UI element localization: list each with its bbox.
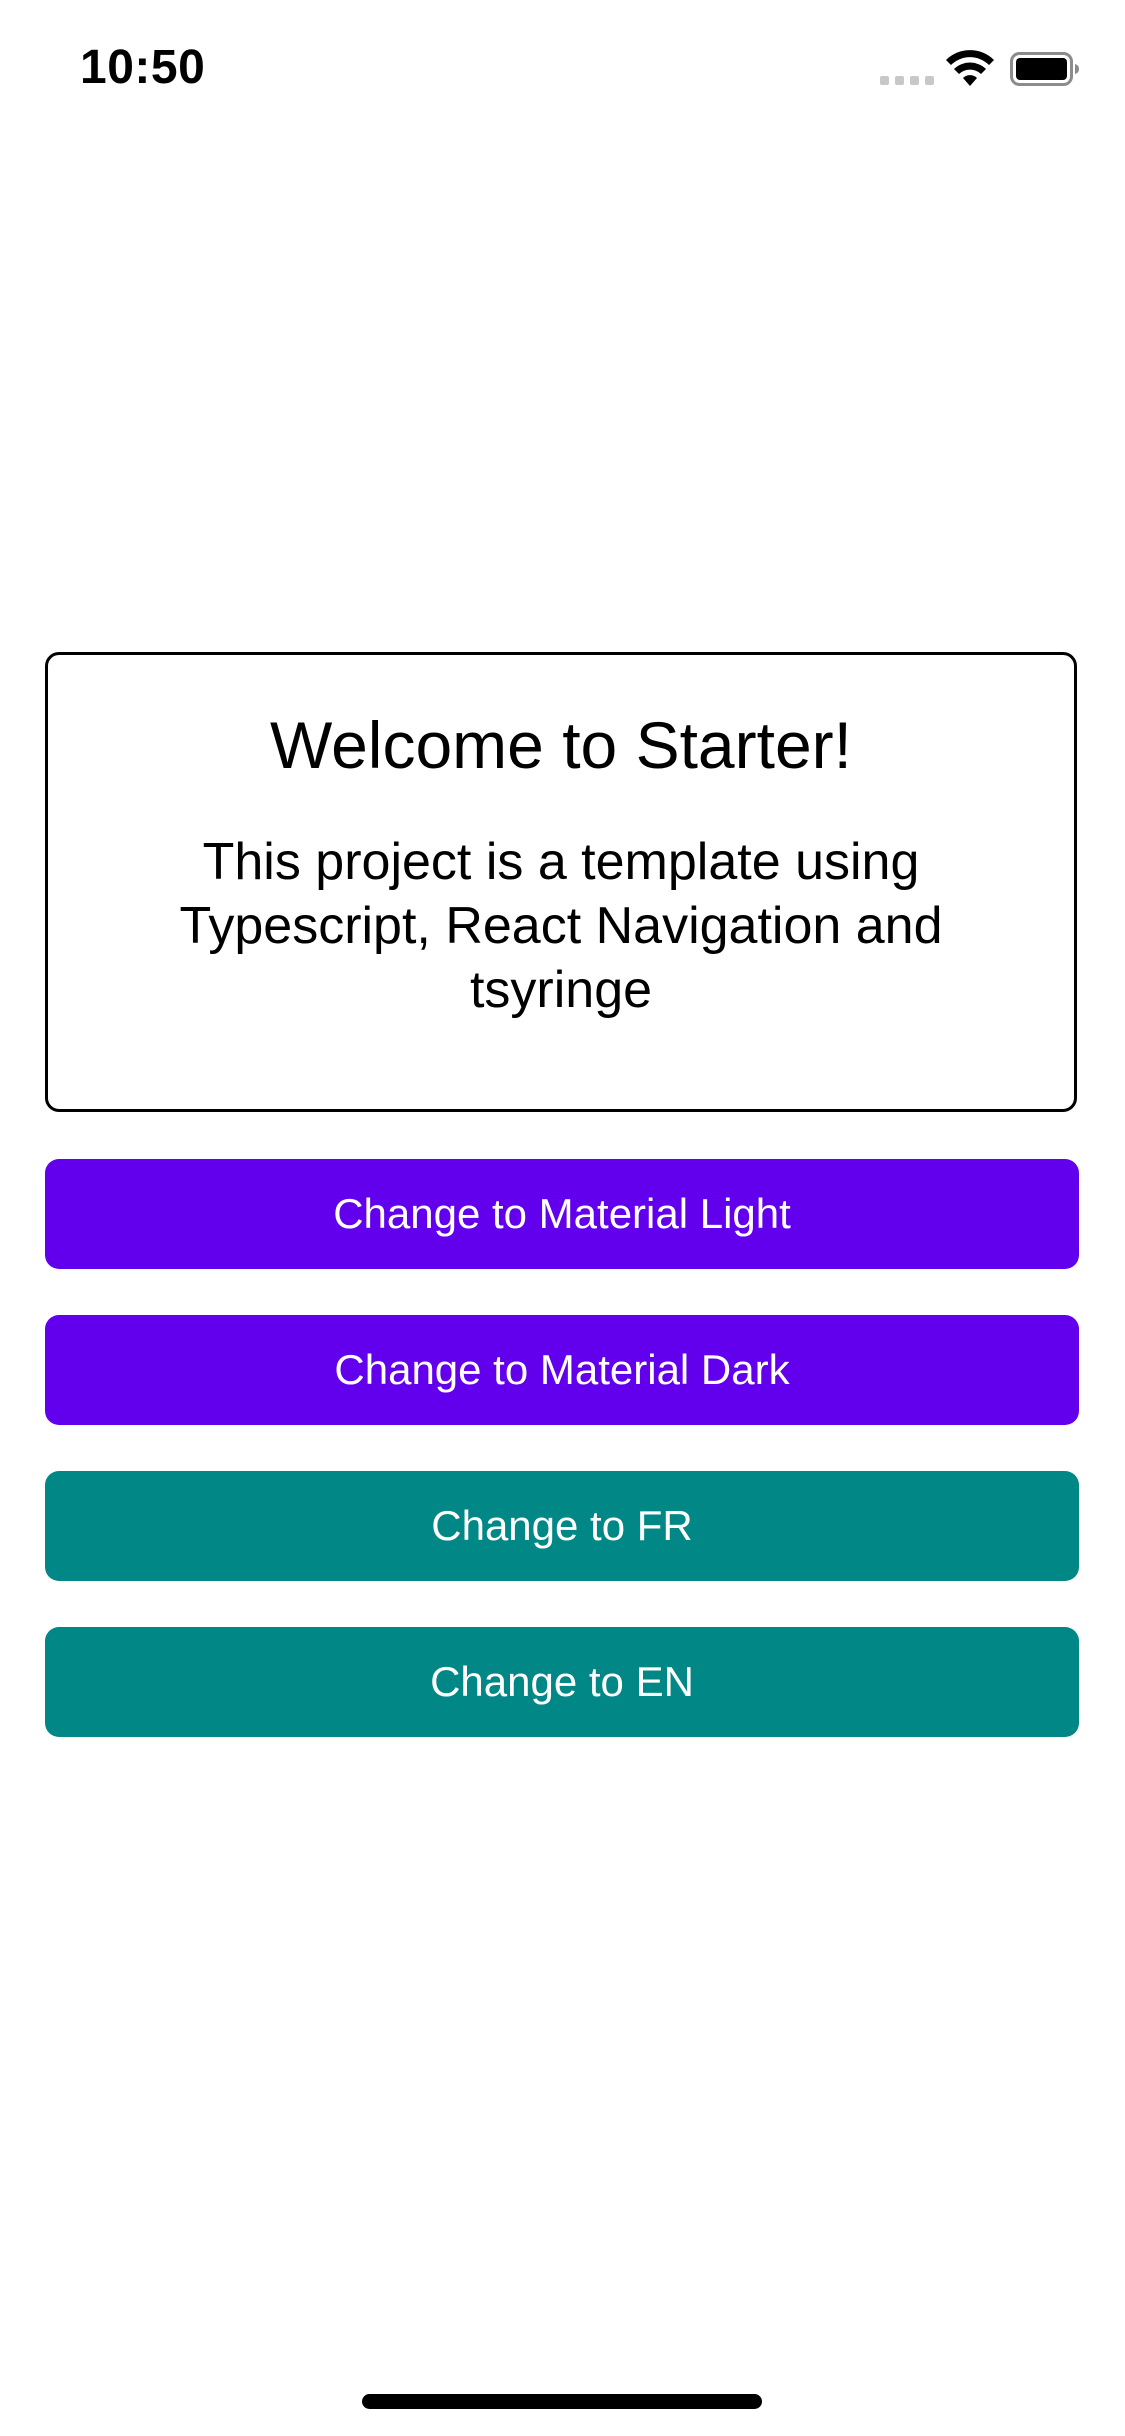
home-indicator[interactable] xyxy=(362,2394,762,2409)
status-bar: 10:50 xyxy=(0,0,1125,132)
change-to-en-button[interactable]: Change to EN xyxy=(45,1627,1079,1737)
wifi-icon xyxy=(946,50,994,86)
welcome-card: Welcome to Starter! This project is a te… xyxy=(45,652,1077,1112)
change-to-material-light-button[interactable]: Change to Material Light xyxy=(45,1159,1079,1269)
welcome-title: Welcome to Starter! xyxy=(270,708,852,782)
change-to-fr-button[interactable]: Change to FR xyxy=(45,1471,1079,1581)
battery-icon xyxy=(1010,52,1079,86)
welcome-description: This project is a template using Typescr… xyxy=(179,833,943,1019)
app-screen: 10:50 Welcome to Starter! This project i… xyxy=(0,0,1125,2436)
change-to-material-dark-button[interactable]: Change to Material Dark xyxy=(45,1315,1079,1425)
status-time: 10:50 xyxy=(80,41,206,94)
cellular-signal-icon xyxy=(880,73,934,87)
